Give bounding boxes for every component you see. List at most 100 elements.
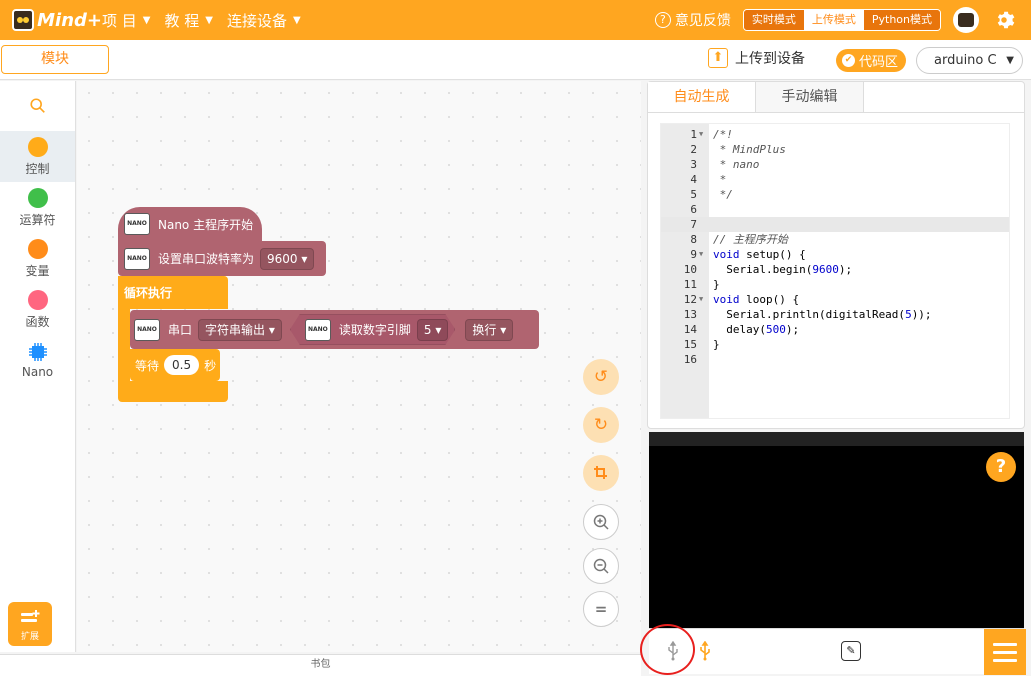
category-control[interactable]: 控制 (0, 131, 75, 182)
category-label: 变量 (25, 263, 50, 278)
loop-label: 循环执行 (124, 286, 173, 300)
caret-down-icon: ▼ (142, 14, 151, 26)
serial-monitor[interactable]: ? (649, 432, 1024, 628)
category-nano[interactable]: Nano (0, 335, 75, 386)
serial-label: 串口 (168, 323, 193, 337)
code-text: void loop() { (713, 293, 800, 306)
zoom-reset-button[interactable]: = (583, 591, 619, 627)
mode-upload[interactable]: 上传模式 (803, 10, 864, 30)
blocks-workspace[interactable]: NANO Nano 主程序开始 NANO 设置串口波特率为 9600 ▾ 循环执… (77, 81, 641, 652)
read-pin-reporter[interactable]: NANO 读取数字引脚 5 ▾ (290, 314, 456, 345)
code-line: 12 ▼ void loop() { (661, 292, 1009, 307)
block-search-button[interactable] (0, 81, 75, 131)
code-area-toggle[interactable]: ✔ 代码区 (836, 49, 907, 72)
operators-dot-icon (27, 187, 48, 208)
loop-arm (118, 309, 130, 381)
tab-blocks[interactable]: 模块 (1, 45, 109, 74)
main-program-hat-block[interactable]: NANO Nano 主程序开始 (118, 207, 262, 241)
functions-dot-icon (27, 289, 48, 310)
board-select[interactable]: arduino C ▼ (916, 47, 1023, 74)
category-operators[interactable]: 运算符 (0, 182, 75, 233)
code-line: 4 * (661, 172, 1009, 187)
serial-print-block[interactable]: NANO 串口 字符串输出 ▾ NANO 读取数字引脚 5 ▾ 换行 ▾ (130, 310, 539, 349)
newline-dropdown[interactable]: 换行 ▾ (465, 318, 514, 341)
sub-toolbar: 模块 ⬆ 上传到设备 ✔ 代码区 arduino C ▼ (0, 40, 1031, 80)
code-line: 13 Serial.println(digitalRead(5)); (661, 307, 1009, 322)
upload-label: 上传到设备 (735, 51, 805, 67)
line-number: 8 (690, 233, 697, 246)
tab-manual-edit[interactable]: 手动编辑 (756, 82, 864, 112)
redo-button[interactable]: ↻ (583, 407, 619, 443)
extensions-button[interactable]: 扩展 (8, 602, 52, 646)
category-variables[interactable]: 变量 (0, 233, 75, 284)
wait-seconds-input[interactable]: 0.5 (164, 355, 200, 375)
read-pin-label: 读取数字引脚 (338, 323, 411, 337)
chip-icon (28, 343, 47, 361)
user-avatar[interactable] (953, 7, 979, 33)
nano-board-icon: NANO (134, 318, 160, 341)
equals-icon: = (594, 600, 608, 618)
line-number: 2 (690, 143, 697, 156)
fold-arrow-icon[interactable]: ▼ (699, 292, 703, 307)
code-text: * nano (713, 158, 760, 171)
set-baud-block[interactable]: NANO 设置串口波特率为 9600 ▾ (118, 241, 326, 276)
code-line: 9 ▼ void setup() { (661, 247, 1009, 262)
robot-avatar-icon (958, 13, 974, 27)
code-line: 15} (661, 337, 1009, 352)
feedback-button[interactable]: ? 意见反馈 (654, 10, 731, 30)
wait-label: 等待 (135, 358, 160, 373)
code-text: * (713, 173, 727, 186)
clear-console-icon[interactable]: ✎ (841, 641, 861, 661)
mode-python[interactable]: Python模式 (863, 10, 940, 30)
menu-tutorial[interactable]: 教 程 ▼ (164, 10, 212, 31)
usb-scan-icon[interactable] (691, 637, 719, 665)
line-number: 5 (690, 188, 697, 201)
code-text: Serial.begin(9600); (713, 263, 853, 276)
robot-logo-icon (12, 9, 35, 31)
fold-arrow-icon[interactable]: ▼ (699, 127, 703, 142)
menu-connect-label: 连接设备 (226, 11, 287, 30)
code-text: } (713, 278, 720, 291)
code-text: Serial.println(digitalRead(5)); (713, 308, 932, 321)
loop-bottom (118, 381, 228, 402)
line-number: 7 (690, 218, 697, 231)
fold-arrow-icon[interactable]: ▼ (699, 247, 703, 262)
menu-tutorial-label: 教 程 (164, 11, 200, 30)
help-button[interactable]: ? (986, 452, 1016, 482)
app-name: Mind+ (37, 9, 102, 31)
nano-board-icon: NANO (124, 213, 150, 235)
line-number: 9 (690, 248, 697, 261)
caret-down-icon: ▼ (1006, 55, 1014, 66)
mode-switch: 实时模式 上传模式 Python模式 (742, 9, 941, 31)
menu-connect-device[interactable]: 连接设备 ▼ (227, 10, 301, 31)
backpack-bar[interactable]: 书包 (0, 654, 641, 676)
undo-button[interactable]: ↺ (583, 359, 619, 395)
question-icon: ? (654, 12, 671, 28)
category-label: 运算符 (19, 212, 56, 227)
settings-gear-icon[interactable] (991, 7, 1017, 33)
forever-loop-block[interactable]: 循环执行 (118, 276, 228, 309)
menu-project[interactable]: 项 目 ▼ (102, 10, 150, 31)
upload-to-device-button[interactable]: ⬆ 上传到设备 (708, 48, 805, 68)
line-number: 16 (683, 353, 697, 366)
wait-block[interactable]: 等待 0.5 秒 (130, 349, 220, 381)
pin-dropdown[interactable]: 5 ▾ (417, 319, 448, 341)
upload-arrow-icon: ⬆ (708, 48, 728, 68)
caret-down-icon: ▼ (292, 14, 301, 26)
code-line: 8 // 主程序开始 (661, 232, 1009, 247)
variables-dot-icon (27, 238, 48, 259)
search-icon (29, 98, 45, 113)
zoom-in-button[interactable] (583, 504, 619, 540)
tab-auto-generate[interactable]: 自动生成 (648, 82, 756, 112)
code-editor[interactable]: 1 ▼/*! 2 * MindPlus 3 * nano 4 * 5 */6 7 8// 主程… (660, 123, 1010, 419)
code-line: 7 (661, 217, 1009, 232)
baud-dropdown[interactable]: 9600 ▾ (260, 247, 315, 270)
category-functions[interactable]: 函数 (0, 284, 75, 335)
serial-menu-button[interactable] (984, 629, 1026, 675)
mode-realtime[interactable]: 实时模式 (743, 10, 804, 30)
list-icon-line (993, 650, 1017, 654)
serial-mode-dropdown[interactable]: 字符串输出 ▾ (198, 318, 282, 341)
crop-button[interactable] (583, 455, 619, 491)
block-categories: 控制 运算符 变量 函数 Nano 扩展 (0, 81, 76, 652)
zoom-out-button[interactable] (583, 548, 619, 584)
